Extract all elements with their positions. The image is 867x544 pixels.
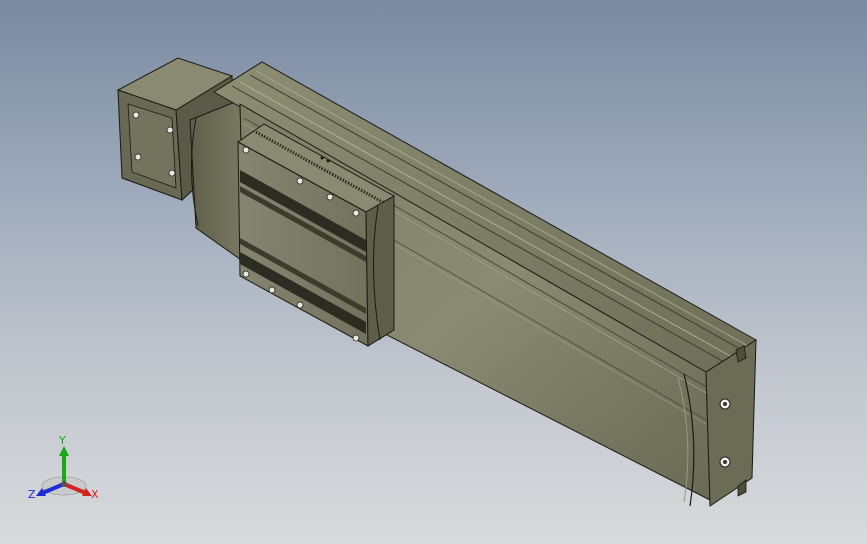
motor-bolt — [166, 126, 174, 134]
carriage-bolt — [296, 177, 304, 185]
y-axis-arrowhead — [59, 446, 69, 456]
carriage-bolt — [268, 286, 276, 294]
y-axis-label: Y — [58, 434, 66, 447]
carriage-bolt — [242, 270, 250, 278]
rear-end-cap[interactable] — [189, 99, 245, 263]
triad-origin — [61, 481, 67, 487]
motor-bolt — [132, 111, 140, 119]
cad-viewport[interactable]: X Y Z — [0, 0, 867, 544]
linear-actuator-model[interactable]: X Y Z — [0, 0, 867, 544]
carriage-dot — [326, 159, 330, 163]
motor-bolt — [168, 169, 176, 177]
carriage-bolt — [296, 301, 304, 309]
carriage-bolt — [326, 193, 334, 201]
motor-bolt — [134, 153, 142, 161]
rear-cap-face — [189, 99, 245, 263]
carriage-bolt — [242, 146, 250, 154]
carriage-bolt — [352, 334, 360, 342]
front-cap-hole — [723, 460, 727, 464]
carriage-bolt — [352, 209, 360, 217]
x-axis-label: X — [91, 488, 99, 501]
z-axis-label: Z — [28, 488, 36, 501]
carriage-side-face — [365, 195, 395, 347]
axis-triad[interactable]: X Y Z — [28, 434, 99, 501]
carriage-dot — [320, 156, 324, 160]
front-cap-hole — [723, 402, 727, 406]
